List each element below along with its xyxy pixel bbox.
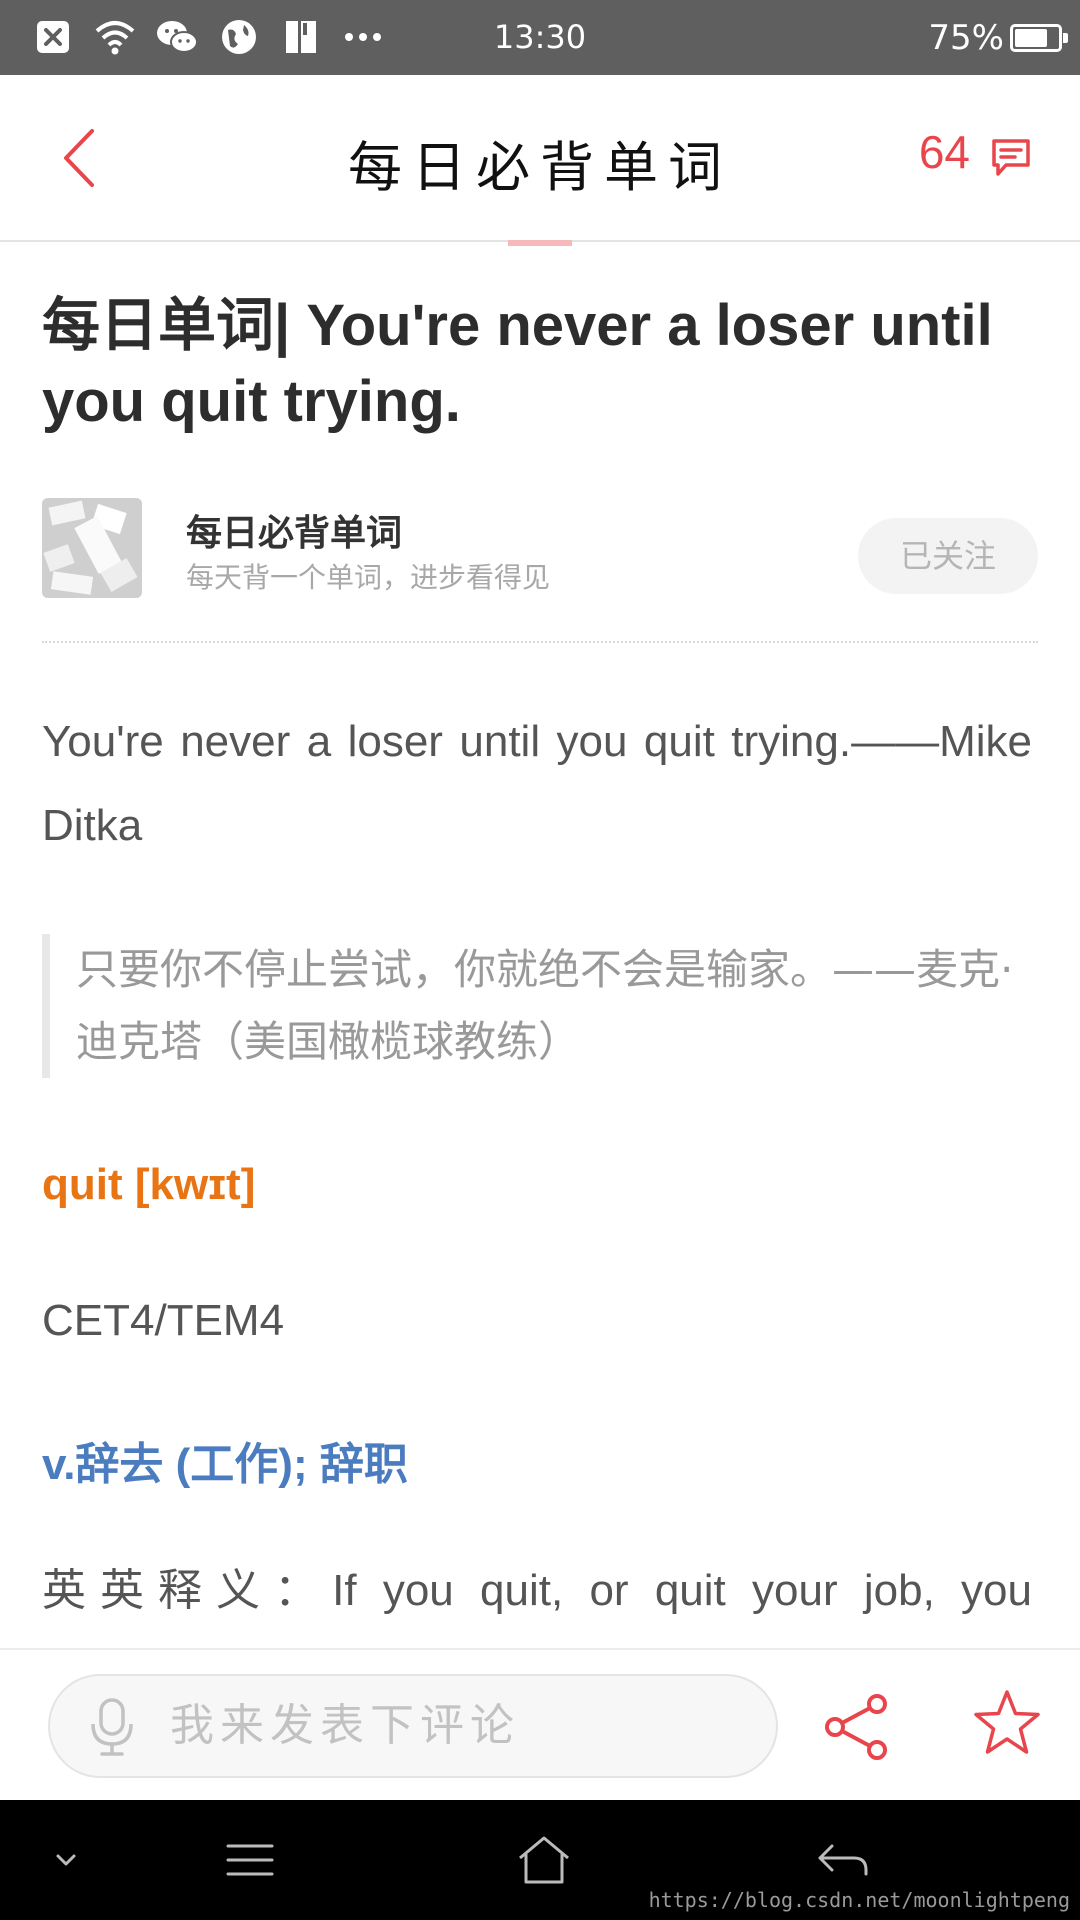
comment-count[interactable]: 64 <box>919 125 970 179</box>
share-icon <box>825 1694 887 1760</box>
nav-menu-button[interactable] <box>220 1834 280 1886</box>
divider <box>42 641 1038 643</box>
share-button[interactable] <box>822 1692 892 1762</box>
author-description: 每天背一个单词，进步看得见 <box>186 561 551 594</box>
comment-bubble-icon <box>992 139 1030 176</box>
battery-percent: 75% <box>928 17 1004 58</box>
watermark: https://blog.csdn.net/moonlightpeng <box>648 1888 1070 1912</box>
comment-bar: 我来发表下评论 <box>0 1648 1080 1800</box>
vocab-word: quit [kwɪt] <box>42 1160 256 1209</box>
english-definition: 英英释义：If you quit, or quit your job, you <box>42 1566 1032 1615</box>
author-card: 每日必背单词 每天背一个单词，进步看得见 已关注 <box>42 498 1038 598</box>
follow-button[interactable]: 已关注 <box>858 518 1038 594</box>
avatar[interactable] <box>42 498 142 598</box>
article-title: 每日单词| You're never a loser until you qui… <box>42 293 993 434</box>
vocab-level: CET4/TEM4 <box>42 1296 285 1345</box>
comment-placeholder: 我来发表下评论 <box>170 1700 520 1751</box>
battery-indicator: 75% <box>928 0 1068 75</box>
status-bar: 13:30 75% <box>0 0 1080 75</box>
favorite-button[interactable] <box>972 1688 1042 1758</box>
quote-english: You're never a loser until you quit tryi… <box>42 717 1032 850</box>
battery-fill <box>1015 28 1047 47</box>
navigation-bar: https://blog.csdn.net/moonlightpeng <box>0 1800 1080 1920</box>
vocab-meaning: v.辞去 (工作); 辞职 <box>42 1440 408 1489</box>
nav-collapse-button[interactable] <box>36 1834 96 1886</box>
quote-chinese: 只要你不停止尝试，你就绝不会是输家。——麦克·迪克塔（美国橄榄球教练） <box>42 934 1032 1078</box>
menu-icon <box>226 1844 274 1876</box>
chevron-down-icon <box>56 1854 76 1866</box>
comment-input[interactable]: 我来发表下评论 <box>48 1674 778 1778</box>
home-icon <box>519 1836 569 1884</box>
star-icon <box>974 1690 1040 1754</box>
author-name[interactable]: 每日必背单词 <box>186 504 402 556</box>
nav-home-button[interactable] <box>514 1834 574 1886</box>
tab-indicator <box>508 240 572 246</box>
back-arrow-icon <box>818 1844 868 1876</box>
comment-button[interactable] <box>990 137 1032 179</box>
nav-back-button[interactable] <box>812 1834 872 1886</box>
battery-icon <box>1010 23 1068 52</box>
app-header: 每日必背单词 64 <box>0 75 1080 242</box>
microphone-icon[interactable] <box>90 1698 134 1756</box>
status-time: 13:30 <box>493 18 587 56</box>
